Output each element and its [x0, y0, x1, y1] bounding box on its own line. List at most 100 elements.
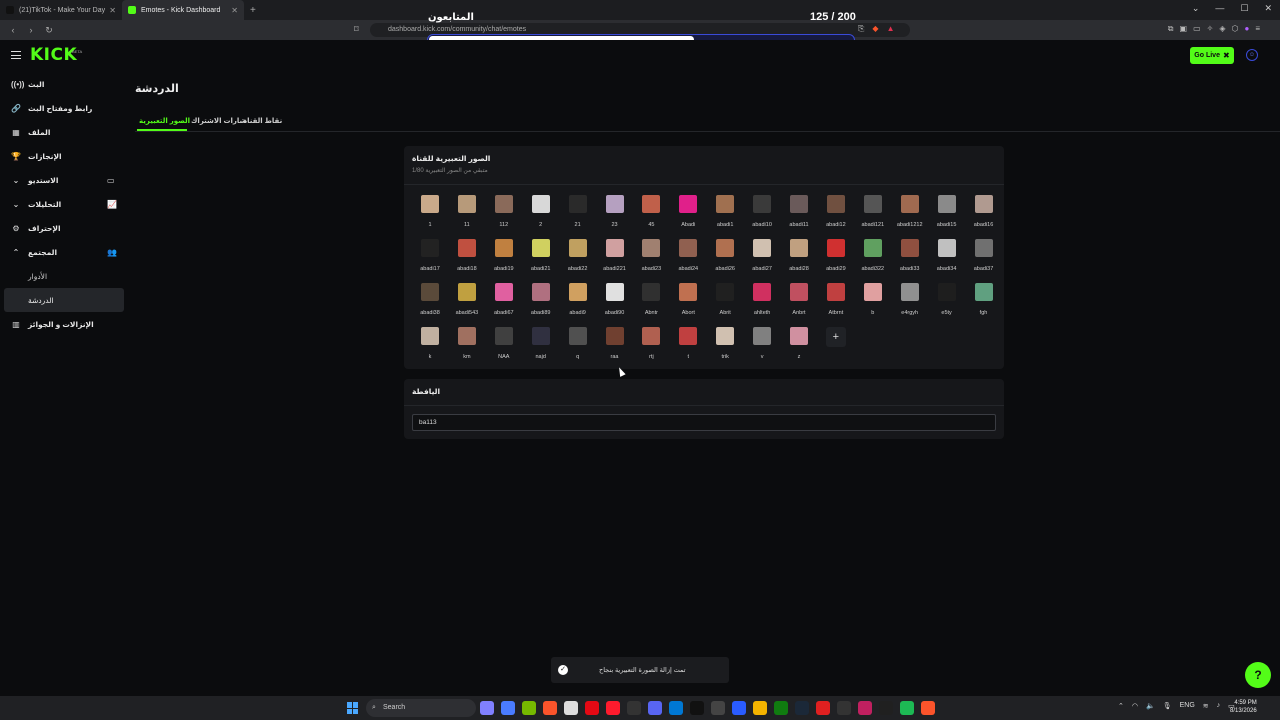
- files-icon[interactable]: [753, 701, 767, 715]
- emote-item[interactable]: trik: [707, 325, 743, 365]
- emote-item[interactable]: Abort: [670, 281, 706, 321]
- emote-item[interactable]: abadi67: [486, 281, 522, 321]
- copilot-icon[interactable]: [501, 701, 515, 715]
- emote-item[interactable]: e4rgyh: [892, 281, 928, 321]
- emote-item[interactable]: raa: [597, 325, 633, 365]
- app3-icon[interactable]: [858, 701, 872, 715]
- window-control-button[interactable]: ⌄: [1192, 3, 1200, 14]
- emote-item[interactable]: abadi221: [597, 237, 633, 277]
- kick-logo[interactable]: KICK: [30, 45, 77, 65]
- emote-item[interactable]: 1: [412, 193, 448, 233]
- tab-channel-points[interactable]: نقاط القناة: [243, 117, 282, 125]
- emote-item[interactable]: abadi17: [412, 237, 448, 277]
- app-icon[interactable]: [711, 701, 725, 715]
- emote-item[interactable]: abadi1: [707, 193, 743, 233]
- brave-icon[interactable]: [543, 701, 557, 715]
- tiktok-icon[interactable]: [690, 701, 704, 715]
- sidebar-item[interactable]: 🔗 رابط ومفتاح البث: [0, 96, 128, 120]
- sidebar-item[interactable]: ⌄ الاستديو ▭: [0, 168, 128, 192]
- shield-icon[interactable]: ⬡: [1232, 24, 1239, 34]
- emote-item[interactable]: abadi38: [412, 281, 448, 321]
- emote-item[interactable]: abadi18: [449, 237, 485, 277]
- extensions-icon[interactable]: ⧉: [1168, 24, 1174, 34]
- wifi-icon[interactable]: ≋: [1203, 702, 1209, 710]
- emote-item[interactable]: abadi10: [744, 193, 780, 233]
- emote-item[interactable]: v: [744, 325, 780, 365]
- emote-item[interactable]: abadi22: [560, 237, 596, 277]
- sidebar-item[interactable]: ⌃ المجتمع 👥: [0, 240, 128, 264]
- brave-rewards-icon[interactable]: ▲: [887, 24, 895, 34]
- close-icon[interactable]: ✕: [231, 6, 238, 15]
- emote-item[interactable]: rtj: [633, 325, 669, 365]
- emote-item[interactable]: 112: [486, 193, 522, 233]
- emote-item[interactable]: najd: [523, 325, 559, 365]
- netflix-icon[interactable]: [585, 701, 599, 715]
- volume-icon[interactable]: 🔈: [1146, 702, 1155, 710]
- vpn-icon[interactable]: ◈: [1219, 24, 1225, 34]
- emote-item[interactable]: abadi26: [707, 237, 743, 277]
- translate-icon[interactable]: ⎘: [858, 24, 864, 34]
- emote-item[interactable]: abadi16: [966, 193, 1002, 233]
- emote-item[interactable]: abadi34: [929, 237, 965, 277]
- chevron-up-icon[interactable]: ⌃: [1118, 702, 1124, 710]
- language-indicator[interactable]: ENG: [1180, 702, 1195, 710]
- sidebar-item[interactable]: ⌄ التحليلات 📈: [0, 192, 128, 216]
- emote-item[interactable]: fgh: [966, 281, 1002, 321]
- taskbar-search[interactable]: ⌕ Search: [366, 699, 476, 717]
- tab-emotes[interactable]: الصور التعبيرية: [139, 117, 190, 125]
- emote-item[interactable]: 11: [449, 193, 485, 233]
- emote-item[interactable]: abadi543: [449, 281, 485, 321]
- sidebar-item[interactable]: ▥ الإنزالات و الجوائز: [0, 312, 128, 336]
- discord-icon[interactable]: [648, 701, 662, 715]
- emote-item[interactable]: 23: [597, 193, 633, 233]
- window-control-button[interactable]: ✕: [1264, 3, 1272, 14]
- emote-item[interactable]: z: [781, 325, 817, 365]
- emote-item[interactable]: Abntr: [633, 281, 669, 321]
- back-icon[interactable]: ‹: [8, 25, 18, 35]
- sidebar-item[interactable]: الدردشة: [4, 288, 124, 312]
- window-control-button[interactable]: ☐: [1240, 3, 1248, 14]
- emote-item[interactable]: abadi29: [818, 237, 854, 277]
- app2-icon[interactable]: [816, 701, 830, 715]
- brave2-icon[interactable]: [921, 701, 935, 715]
- browser-tab[interactable]: (21)TikTok - Make Your Day ✕: [0, 0, 122, 20]
- new-tab-button[interactable]: +: [250, 5, 256, 16]
- emote-item[interactable]: Abadi: [670, 193, 706, 233]
- leo-icon[interactable]: ✧: [1207, 24, 1214, 34]
- emote-item[interactable]: abadi322: [855, 237, 891, 277]
- sidebar-item[interactable]: 🏆 الإنجازات: [0, 144, 128, 168]
- emote-item[interactable]: abadi15: [929, 193, 965, 233]
- emote-item[interactable]: abadi21: [523, 237, 559, 277]
- emote-item[interactable]: abadi9: [560, 281, 596, 321]
- windows-start-icon[interactable]: [347, 702, 359, 714]
- emote-item[interactable]: b: [855, 281, 891, 321]
- sidebar-item[interactable]: ▦ الملف: [0, 120, 128, 144]
- mic-icon[interactable]: 🎙: [1163, 702, 1172, 710]
- emote-item[interactable]: abadi89: [523, 281, 559, 321]
- window-control-button[interactable]: —: [1215, 3, 1224, 14]
- emote-item[interactable]: e5ty: [929, 281, 965, 321]
- emote-item[interactable]: km: [449, 325, 485, 365]
- emote-item[interactable]: abadi33: [892, 237, 928, 277]
- user-avatar[interactable]: ☺: [1246, 49, 1258, 61]
- sidebar-item[interactable]: الأدوار: [0, 264, 128, 288]
- go-live-button[interactable]: Go Live ✖: [1190, 47, 1234, 64]
- widgets-icon[interactable]: [480, 701, 494, 715]
- app4-icon[interactable]: [879, 701, 893, 715]
- store-icon[interactable]: [669, 701, 683, 715]
- profile-icon[interactable]: ●: [1244, 24, 1249, 34]
- emote-item[interactable]: abadi121: [855, 193, 891, 233]
- menu-icon[interactable]: ≡: [1255, 24, 1260, 34]
- sidebar-item[interactable]: ⚙ الإحتراف: [0, 216, 128, 240]
- capcut-icon[interactable]: [837, 701, 851, 715]
- emote-item[interactable]: 2: [523, 193, 559, 233]
- obs-icon[interactable]: [627, 701, 641, 715]
- xbox-icon[interactable]: [774, 701, 788, 715]
- add-emote-button[interactable]: +: [825, 327, 846, 347]
- spotify-icon[interactable]: [900, 701, 914, 715]
- hamburger-menu-icon[interactable]: [11, 51, 21, 59]
- nvidia-icon[interactable]: [522, 701, 536, 715]
- emote-item[interactable]: abadi23: [633, 237, 669, 277]
- reload-icon[interactable]: ↻: [44, 25, 54, 36]
- emote-item[interactable]: Anbrt: [781, 281, 817, 321]
